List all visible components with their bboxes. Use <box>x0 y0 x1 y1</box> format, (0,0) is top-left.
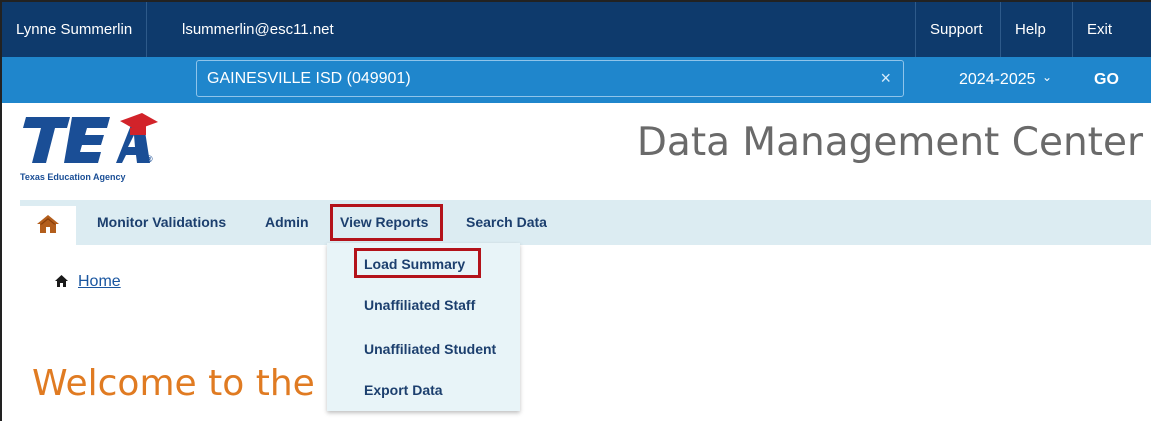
page-title: Data Management Center <box>636 120 1143 165</box>
registered-mark: ® <box>146 154 153 164</box>
breadcrumb-home-link[interactable]: Home <box>78 273 121 290</box>
clear-icon[interactable]: × <box>880 61 891 96</box>
user-name: Lynne Summerlin <box>2 2 148 57</box>
view-reports-highlight <box>330 204 443 241</box>
breadcrumb: Home <box>55 273 121 291</box>
nav-search-data[interactable]: Search Data <box>466 200 547 245</box>
district-select[interactable]: GAINESVILLE ISD (049901) × <box>196 60 904 97</box>
tea-logo-mark <box>23 113 158 163</box>
menu-item-export-data[interactable]: Export Data <box>327 382 520 398</box>
help-link[interactable]: Help <box>1000 2 1060 57</box>
user-bar: Lynne Summerlin lsummerlin@esc11.net Sup… <box>2 2 1151 57</box>
menu-item-unaffiliated-student[interactable]: Unaffiliated Student <box>327 341 520 357</box>
year-value: 2024-2025 <box>959 71 1036 88</box>
support-link[interactable]: Support <box>915 2 997 57</box>
home-icon <box>37 215 59 233</box>
chevron-down-icon: ⌄ <box>1041 70 1053 84</box>
tea-logo[interactable]: Texas Education Agency ® <box>20 113 160 182</box>
nav-monitor-validations[interactable]: Monitor Validations <box>97 200 226 245</box>
nav-admin[interactable]: Admin <box>265 200 309 245</box>
go-button[interactable]: GO <box>1094 57 1119 103</box>
logo-subtitle: Texas Education Agency ® <box>20 154 153 182</box>
year-select[interactable]: 2024-2025 ⌄ <box>959 57 1053 103</box>
main-nav: Monitor Validations Admin View Reports S… <box>20 200 1151 245</box>
nav-home-tab[interactable] <box>20 206 76 245</box>
exit-link[interactable]: Exit <box>1072 2 1126 57</box>
load-summary-highlight <box>354 248 481 278</box>
user-email: lsummerlin@esc11.net <box>182 21 334 38</box>
district-bar: GAINESVILLE ISD (049901) × 2024-2025 ⌄ G… <box>2 57 1151 103</box>
menu-item-unaffiliated-staff[interactable]: Unaffiliated Staff <box>327 297 520 313</box>
breadcrumb-home-icon <box>55 275 68 287</box>
welcome-heading: Welcome to the <box>32 363 315 404</box>
district-value: GAINESVILLE ISD (049901) <box>207 70 411 87</box>
